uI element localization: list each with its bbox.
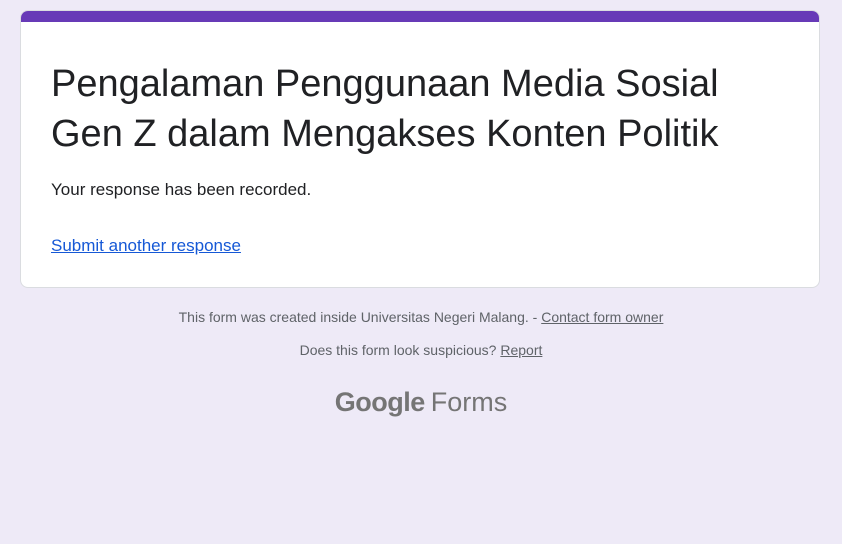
confirmation-message: Your response has been recorded.: [51, 180, 312, 199]
form-card: Pengalaman Penggunaan Media Sosial Gen Z…: [20, 10, 820, 288]
footer-created-text: This form was created inside Universitas…: [178, 309, 542, 325]
contact-form-owner-link[interactable]: Contact form owner: [541, 309, 663, 325]
google-forms-logo[interactable]: Google Forms: [0, 384, 842, 420]
report-link[interactable]: Report: [500, 342, 542, 358]
footer-suspicious-text: Does this form look suspicious?: [299, 342, 501, 358]
google-wordmark: Google: [334, 387, 426, 417]
card-accent-bar: [21, 11, 819, 22]
footer-suspicious-notice: Does this form look suspicious? Report: [0, 340, 842, 360]
footer-created-notice: This form was created inside Universitas…: [0, 307, 842, 327]
form-title: Pengalaman Penggunaan Media Sosial Gen Z…: [51, 63, 719, 155]
forms-wordmark: Forms: [430, 387, 508, 417]
submit-another-response-link[interactable]: Submit another response: [51, 234, 241, 258]
